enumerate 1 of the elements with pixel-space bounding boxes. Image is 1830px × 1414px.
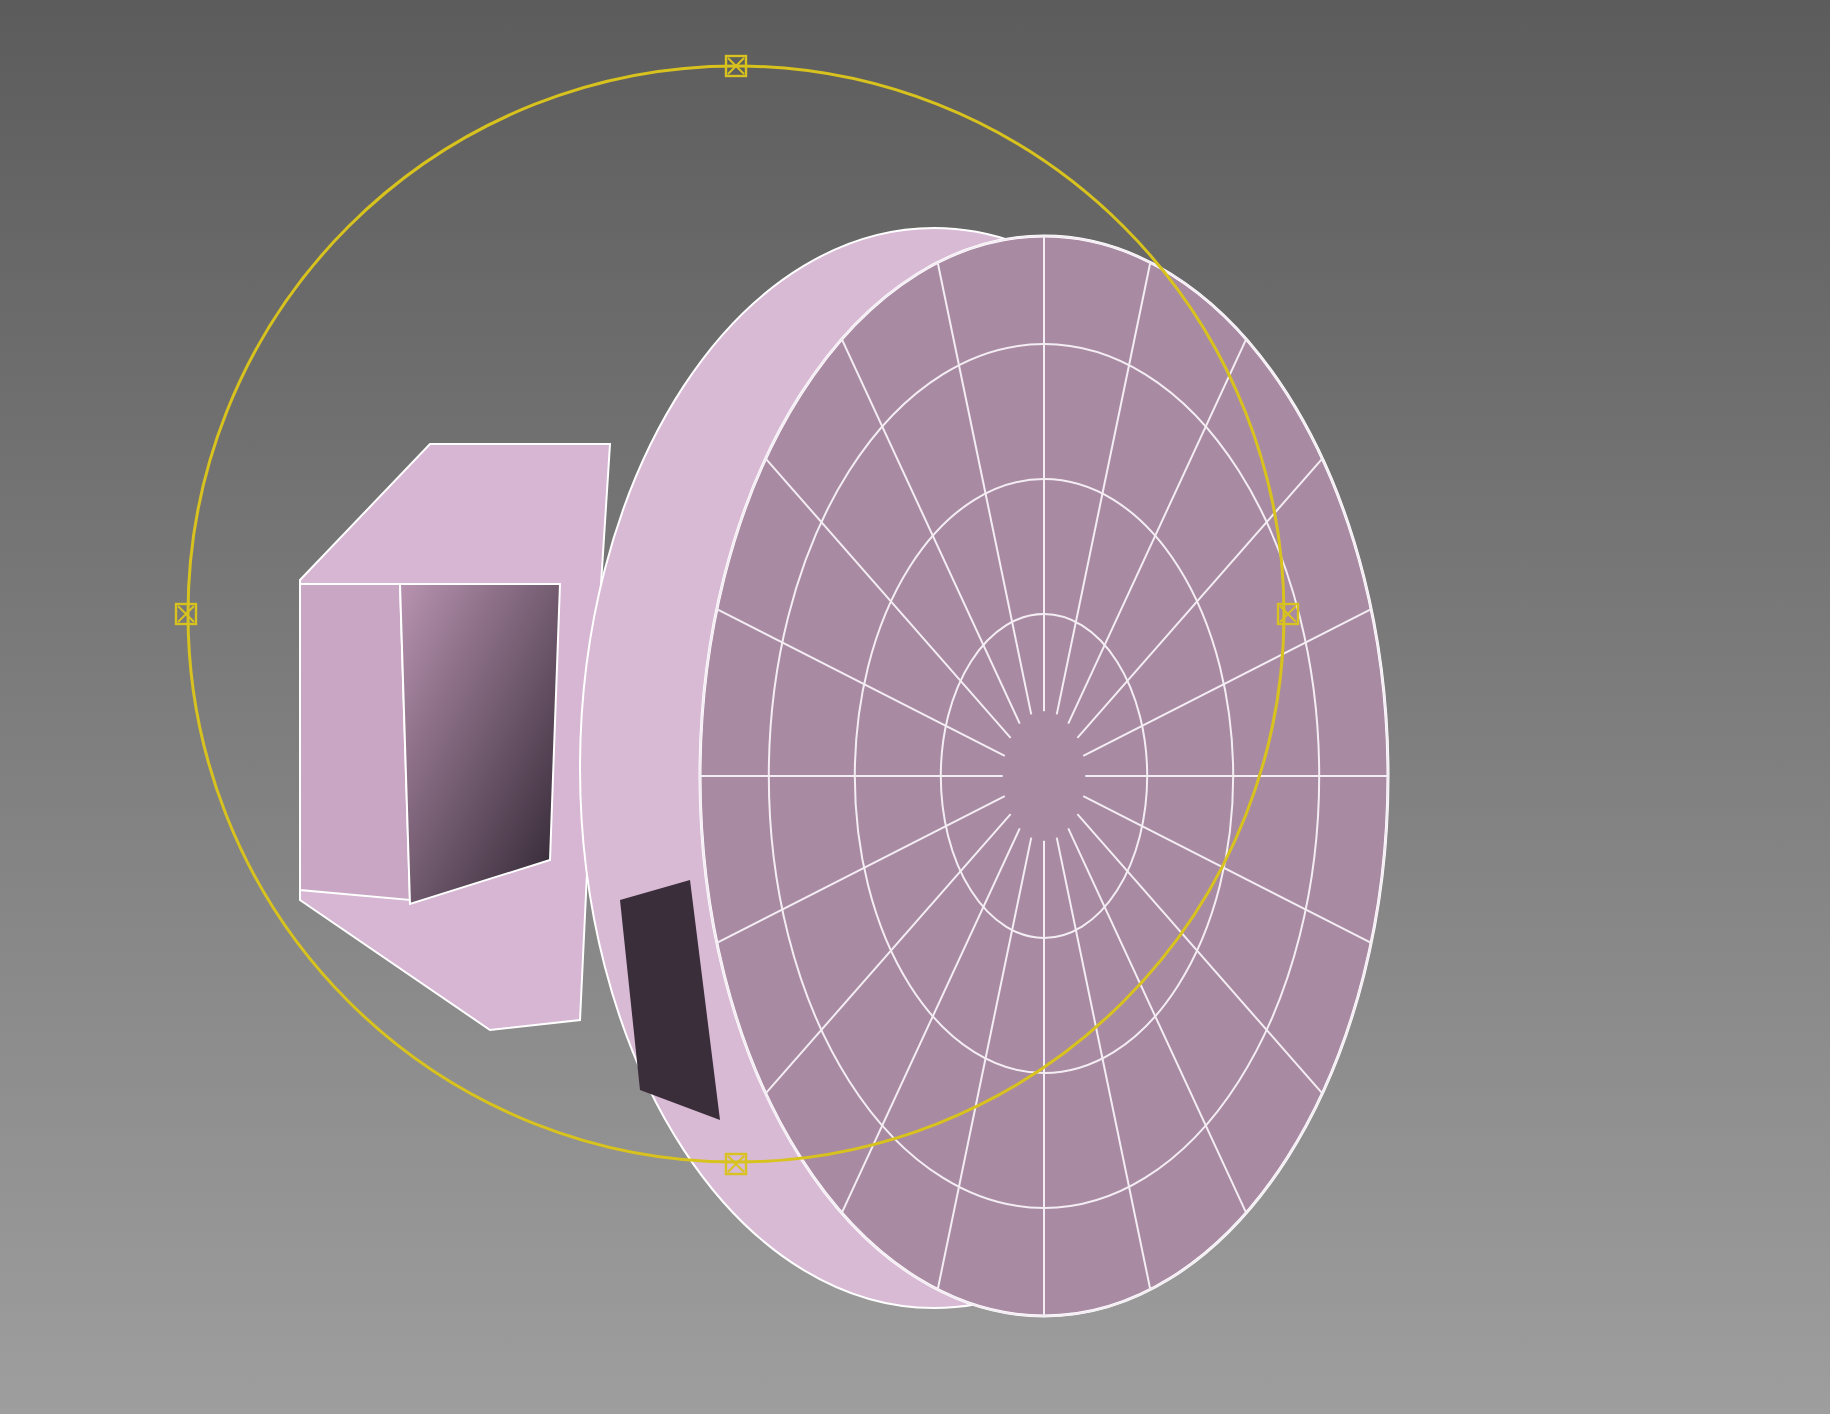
selection-gizmo[interactable] — [174, 54, 1300, 1176]
